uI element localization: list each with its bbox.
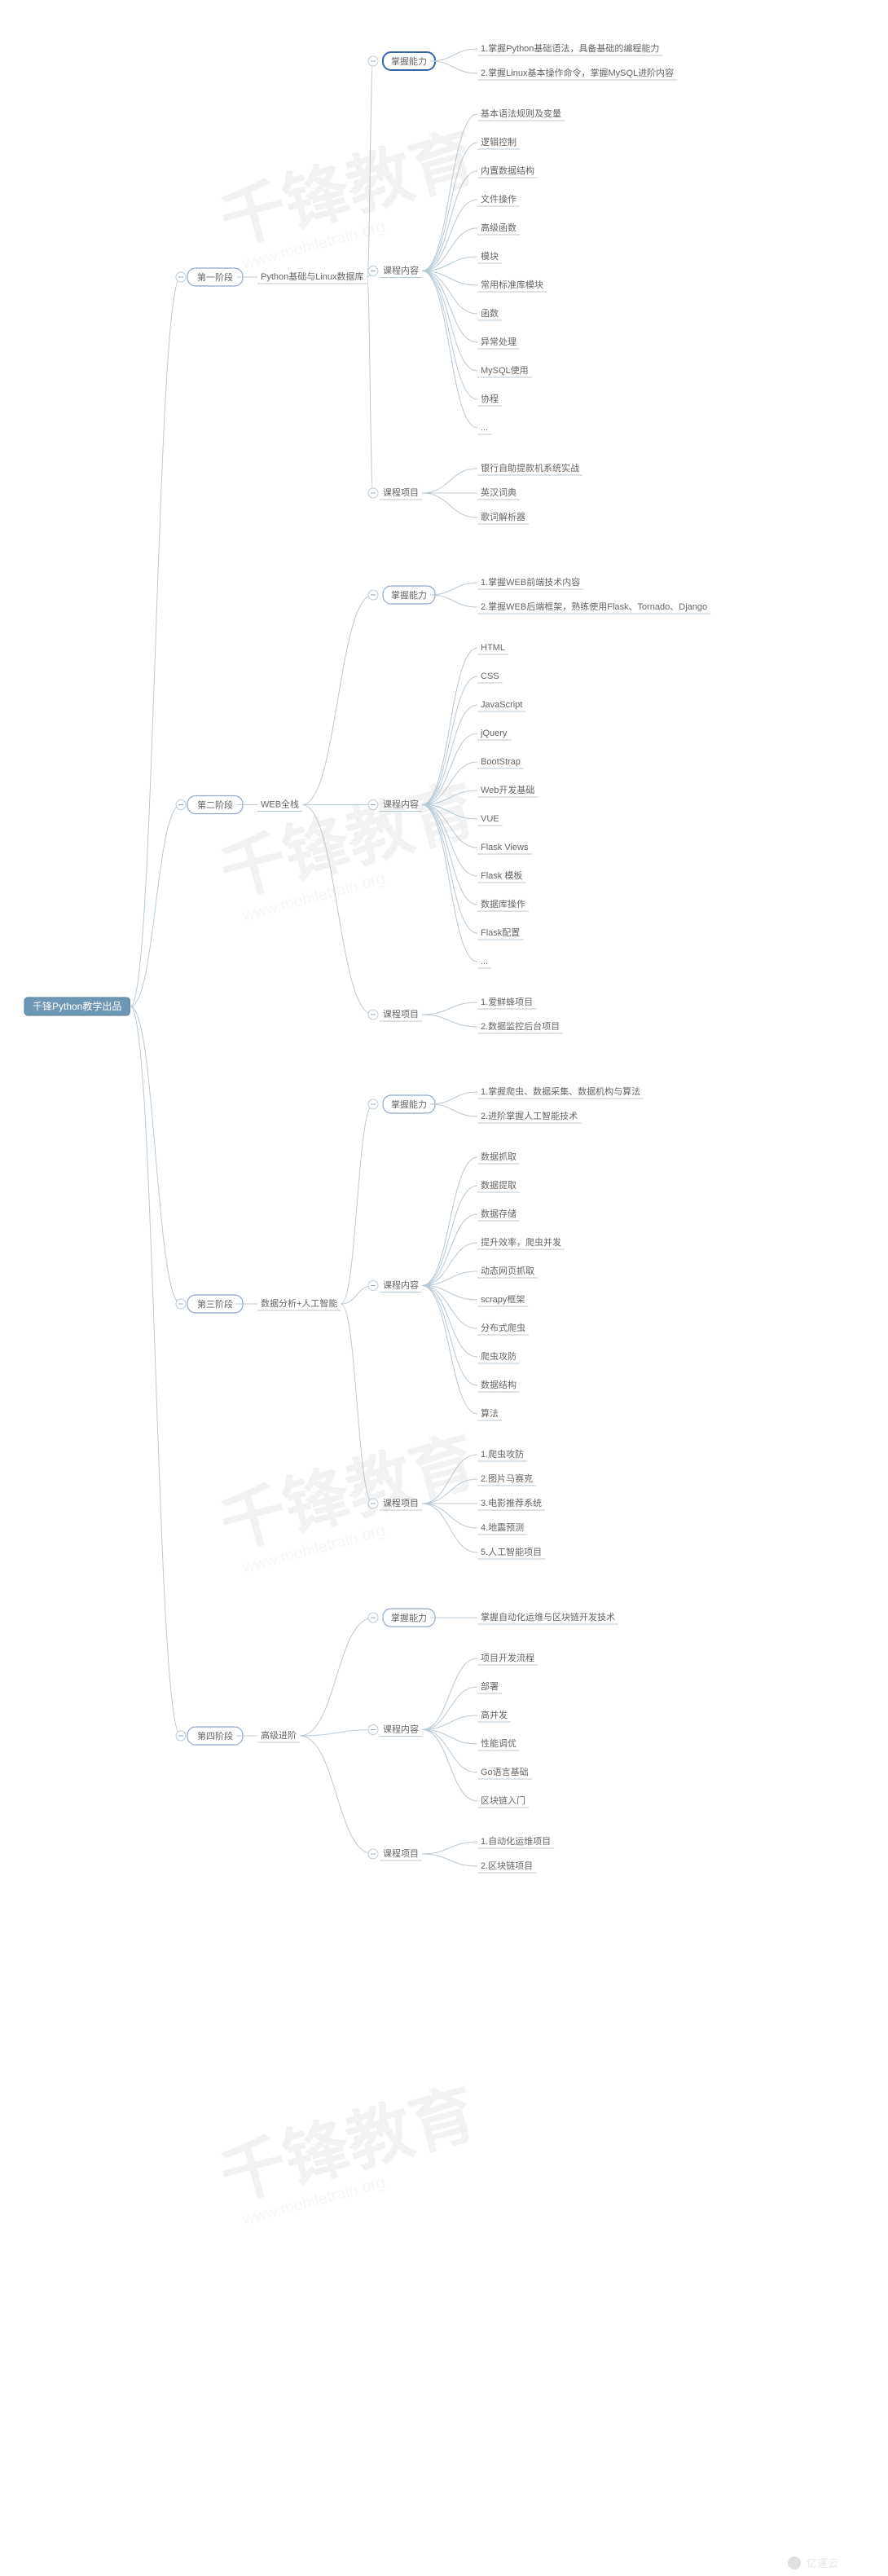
svg-text:1.爱鲜蜂项目: 1.爱鲜蜂项目 <box>481 996 533 1007</box>
svg-text:课程项目: 课程项目 <box>383 1498 419 1508</box>
svg-text:5.人工智能项目: 5.人工智能项目 <box>481 1546 542 1557</box>
svg-text:第三阶段: 第三阶段 <box>197 1298 233 1310</box>
svg-text:高并发: 高并发 <box>481 1709 508 1720</box>
svg-text:掌握能力: 掌握能力 <box>391 55 427 67</box>
svg-text:常用标准库模块: 常用标准库模块 <box>481 279 543 290</box>
svg-text:掌握自动化运维与区块链开发技术: 掌握自动化运维与区块链开发技术 <box>481 1611 615 1623</box>
svg-text:性能调优: 性能调优 <box>481 1737 517 1749</box>
svg-text:...: ... <box>481 423 488 433</box>
svg-text:课程内容: 课程内容 <box>383 265 419 276</box>
svg-text:Go语言基础: Go语言基础 <box>481 1767 529 1777</box>
svg-text:高级进阶: 高级进阶 <box>261 1729 297 1741</box>
svg-text:1.自动化运维项目: 1.自动化运维项目 <box>481 1835 551 1847</box>
svg-text:2.进阶掌握人工智能技术: 2.进阶掌握人工智能技术 <box>481 1110 578 1121</box>
svg-text:Flask Views: Flask Views <box>481 843 529 852</box>
svg-text:BootStrap: BootStrap <box>481 757 521 767</box>
svg-text:数据抓取: 数据抓取 <box>481 1151 517 1162</box>
svg-text:Flask配置: Flask配置 <box>481 927 520 938</box>
svg-text:MySQL使用: MySQL使用 <box>481 365 529 376</box>
svg-text:数据库操作: 数据库操作 <box>481 898 525 909</box>
svg-text:数据分析+人工智能: 数据分析+人工智能 <box>261 1297 337 1309</box>
svg-text:第四阶段: 第四阶段 <box>197 1730 233 1742</box>
svg-text:动态网页抓取: 动态网页抓取 <box>481 1265 534 1276</box>
svg-text:CSS: CSS <box>481 672 499 681</box>
svg-text:课程项目: 课程项目 <box>383 1848 419 1859</box>
svg-text:2.区块链项目: 2.区块链项目 <box>481 1860 533 1871</box>
svg-text:课程内容: 课程内容 <box>383 799 419 810</box>
svg-text:scrapy框架: scrapy框架 <box>481 1294 525 1305</box>
svg-text:1.掌握WEB前端技术内容: 1.掌握WEB前端技术内容 <box>481 576 580 588</box>
svg-text:课程内容: 课程内容 <box>383 1279 419 1291</box>
svg-text:基本语法规则及变量: 基本语法规则及变量 <box>481 108 561 119</box>
svg-text:逻辑控制: 逻辑控制 <box>481 136 517 148</box>
svg-text:jQuery: jQuery <box>480 729 508 738</box>
svg-text:VUE: VUE <box>481 814 499 824</box>
svg-text:亿速云: 亿速云 <box>807 2557 838 2569</box>
svg-text:模块: 模块 <box>481 251 499 262</box>
svg-text:区块链入门: 区块链入门 <box>481 1794 525 1806</box>
svg-text:协程: 协程 <box>481 393 499 404</box>
svg-text:2.图片马赛克: 2.图片马赛克 <box>481 1473 533 1484</box>
svg-text:掌握能力: 掌握能力 <box>391 1612 427 1623</box>
svg-text:...: ... <box>481 957 488 967</box>
svg-text:银行自助提款机系统实战: 银行自助提款机系统实战 <box>481 462 579 473</box>
svg-text:1.掌握Python基础语法，具备基础的编程能力: 1.掌握Python基础语法，具备基础的编程能力 <box>481 42 659 54</box>
svg-text:数据存储: 数据存储 <box>481 1208 517 1219</box>
svg-text:内置数据结构: 内置数据结构 <box>481 165 534 176</box>
svg-text:1.掌握爬虫、数据采集、数据机构与算法: 1.掌握爬虫、数据采集、数据机构与算法 <box>481 1085 640 1097</box>
svg-text:文件操作: 文件操作 <box>481 193 517 205</box>
svg-text:英汉词典: 英汉词典 <box>481 487 517 498</box>
svg-text:第二阶段: 第二阶段 <box>197 799 233 811</box>
svg-text:异常处理: 异常处理 <box>481 337 517 347</box>
svg-text:算法: 算法 <box>481 1407 499 1419</box>
svg-text:Web开发基础: Web开发基础 <box>481 784 534 795</box>
svg-text:部署: 部署 <box>481 1680 499 1692</box>
svg-text:课程项目: 课程项目 <box>383 487 419 498</box>
svg-text:课程项目: 课程项目 <box>383 1009 419 1019</box>
svg-text:数据提取: 数据提取 <box>481 1179 517 1191</box>
svg-text:掌握能力: 掌握能力 <box>391 589 427 601</box>
svg-text:函数: 函数 <box>481 308 499 319</box>
svg-text:3.电影推荐系统: 3.电影推荐系统 <box>481 1497 542 1508</box>
mindmap-canvas: 千锋教育www.mobiletrain.org千锋教育www.mobiletra… <box>0 0 888 2576</box>
svg-text:课程内容: 课程内容 <box>383 1724 419 1735</box>
svg-text:提升效率，爬虫并发: 提升效率，爬虫并发 <box>481 1236 561 1248</box>
svg-text:掌握能力: 掌握能力 <box>391 1099 427 1110</box>
svg-text:2.数据监控后台项目: 2.数据监控后台项目 <box>481 1020 560 1032</box>
svg-text:项目开发流程: 项目开发流程 <box>481 1652 534 1663</box>
svg-text:WEB全栈: WEB全栈 <box>261 799 299 810</box>
svg-text:第一阶段: 第一阶段 <box>197 271 233 283</box>
svg-text:4.地震预测: 4.地震预测 <box>481 1522 524 1533</box>
svg-text:数据结构: 数据结构 <box>481 1379 517 1390</box>
svg-text:2.掌握WEB后端框架，熟练使用Flask、Tornado、: 2.掌握WEB后端框架，熟练使用Flask、Tornado、Django <box>481 601 707 612</box>
svg-text:Python基础与Linux数据库: Python基础与Linux数据库 <box>261 271 364 282</box>
svg-text:爬虫攻防: 爬虫攻防 <box>481 1350 517 1362</box>
svg-text:JavaScript: JavaScript <box>481 700 522 710</box>
svg-text:2.掌握Linux基本操作命令，掌握MySQL进阶内容: 2.掌握Linux基本操作命令，掌握MySQL进阶内容 <box>481 67 674 78</box>
svg-text:歌词解析器: 歌词解析器 <box>481 511 525 522</box>
svg-text:分布式爬虫: 分布式爬虫 <box>481 1323 525 1333</box>
svg-text:1.爬虫攻防: 1.爬虫攻防 <box>481 1448 524 1460</box>
svg-text:高级函数: 高级函数 <box>481 222 517 233</box>
svg-text:Flask 模板: Flask 模板 <box>481 870 522 881</box>
svg-text:HTML: HTML <box>481 643 505 653</box>
svg-text:千锋Python教学出品: 千锋Python教学出品 <box>33 1000 121 1012</box>
